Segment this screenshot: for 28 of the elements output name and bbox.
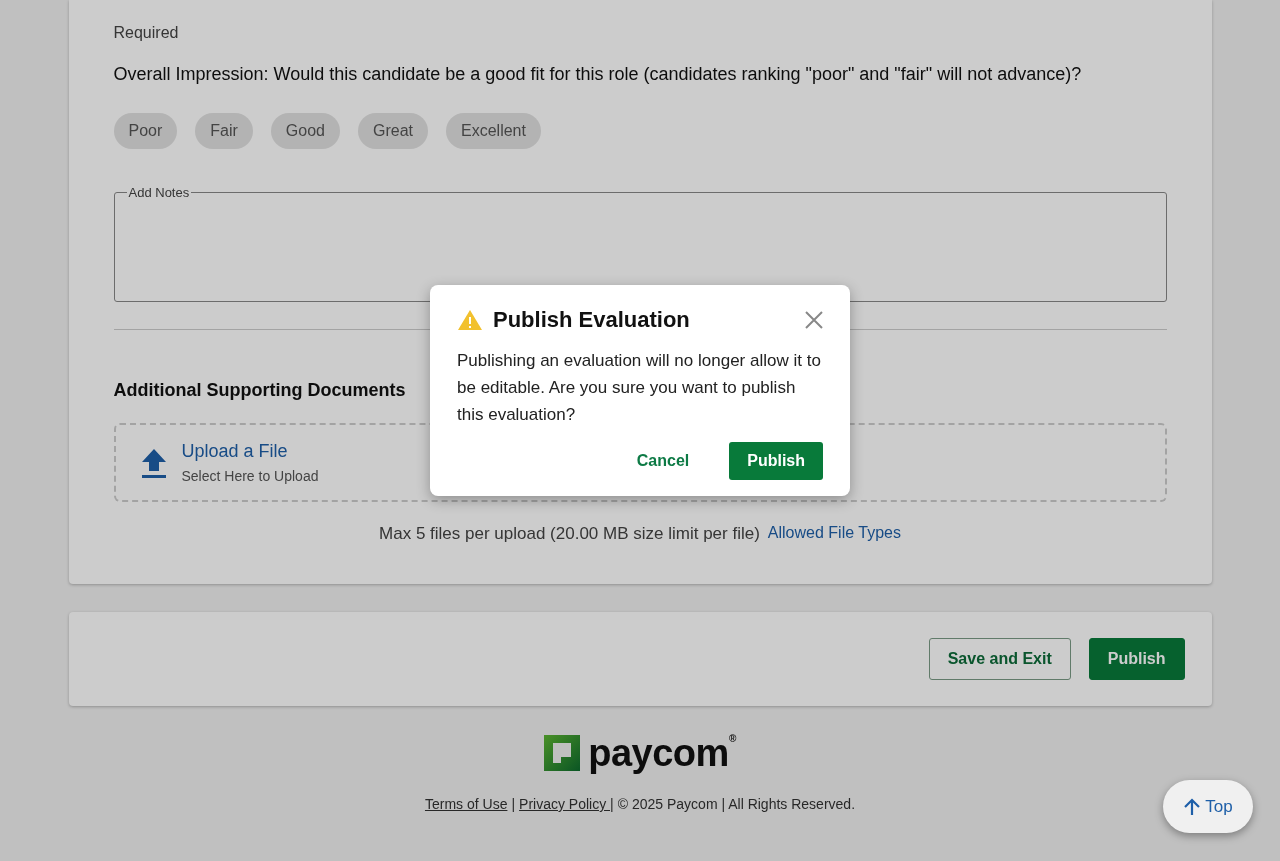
warning-icon xyxy=(457,309,483,331)
rating-chip[interactable]: Excellent xyxy=(446,113,541,149)
footer-link[interactable]: Terms of Use xyxy=(424,796,508,812)
arrow-up-icon xyxy=(1183,797,1202,816)
rating-chip[interactable]: Poor xyxy=(113,113,178,149)
section-heading: Additional Supporting Documents xyxy=(113,380,406,401)
dialog-message: Publishing an evaluation will no longer allow it to be editable. Are you sure you want to publish this evaluation? xyxy=(457,350,822,426)
rating-chip[interactable]: Good xyxy=(270,113,340,149)
cancel-button[interactable]: Cancel xyxy=(618,442,708,480)
footer-text: © 2025 Paycom | All Rights Reserved. xyxy=(617,796,856,812)
required-label: Required xyxy=(113,24,180,42)
rating-chip[interactable]: Fair xyxy=(195,113,253,149)
question-text: Overall Impression: Would this candidate be a good fit for this role (candidates ranking "poor" and "fair" will not advance)? xyxy=(113,64,1083,85)
dialog-title: Publish Evaluation xyxy=(493,307,691,333)
footer-text: | xyxy=(511,796,516,812)
save-exit-button[interactable]: Save and Exit xyxy=(928,638,1071,680)
allowed-file-types-link[interactable]: Allowed File Types xyxy=(767,524,901,544)
logo-icon xyxy=(544,735,581,771)
publish-button[interactable]: Publish xyxy=(729,442,823,480)
upload-hint: Select Here to Upload xyxy=(181,468,319,484)
upload-limit-text: Max 5 files per upload (20.00 MB size limit per file) xyxy=(379,524,760,544)
back-to-top-button[interactable]: Top xyxy=(1163,780,1253,833)
footer-link[interactable]: Privacy Policy | xyxy=(519,796,614,812)
close-icon[interactable] xyxy=(805,311,823,329)
rating-chip[interactable]: Great xyxy=(358,113,428,149)
logo-wordmark: paycom$^{®}$ xyxy=(588,734,736,772)
publish-button[interactable]: Publish xyxy=(1088,638,1185,680)
upload-link[interactable]: Upload a File xyxy=(181,441,319,462)
